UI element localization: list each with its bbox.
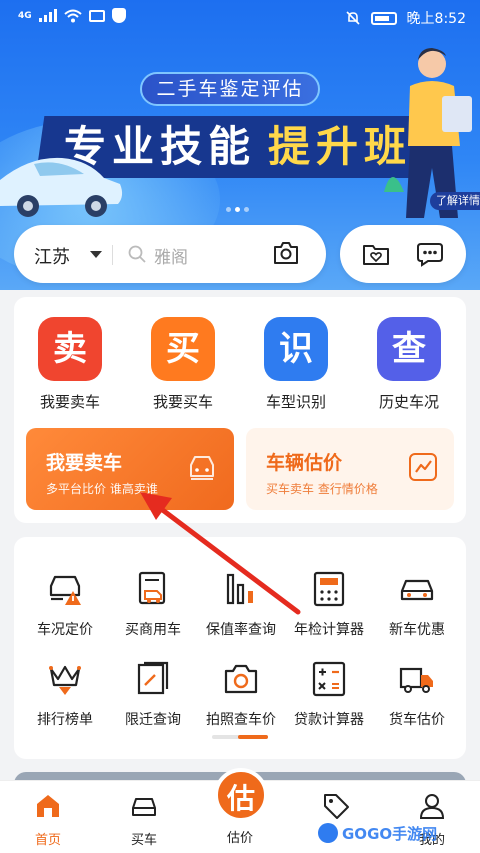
tool-relocation-check[interactable]: 限迁查询 <box>105 659 201 729</box>
tab-label: 首页 <box>34 833 61 848</box>
car-warning-icon <box>49 575 81 605</box>
tool-label: 年检计算器 <box>294 622 364 638</box>
page-indicator-active <box>238 735 268 739</box>
signal-icon <box>38 9 57 22</box>
valuation-tab-label[interactable]: 估价 <box>200 827 280 846</box>
identify-icon: 识 <box>264 317 328 381</box>
car-valuation-promo[interactable]: 车辆估价 买车卖车 查行情价格 <box>246 428 454 510</box>
tool-label: 车况定价 <box>37 622 93 638</box>
mail-icon <box>88 9 105 22</box>
buy-icon: 买 <box>151 317 215 381</box>
tool-label: 限迁查询 <box>125 712 181 728</box>
tool-label: 贷款计算器 <box>294 712 364 728</box>
bar-chart-icon <box>226 573 253 605</box>
home-icon <box>37 795 59 817</box>
quick-entry-identify[interactable]: 识 车型识别 <box>246 317 346 412</box>
quick-entry-label: 车型识别 <box>265 393 326 411</box>
tool-label: 排行榜单 <box>37 712 93 728</box>
favorites-folder-icon[interactable] <box>362 241 390 267</box>
tool-retention-rate[interactable]: 保值率查询 <box>193 569 289 639</box>
sell-car-promo[interactable]: 我要卖车 多平台比价 谁高卖谁 <box>26 428 234 510</box>
car-sell-icon <box>190 456 214 480</box>
promo-subtitle: 多平台比价 谁高卖谁 <box>46 482 158 496</box>
status-bar: 4G 晚上8:52 <box>0 0 480 34</box>
tag-icon <box>324 794 349 819</box>
car-illustration-icon <box>0 157 123 217</box>
tool-truck-valuation[interactable]: 货车估价 <box>369 659 465 729</box>
promo-title: 车辆估价 <box>266 452 343 474</box>
quick-entry-label: 我要卖车 <box>39 393 100 411</box>
sell-icon: 卖 <box>38 317 102 381</box>
tool-label: 货车估价 <box>389 712 445 728</box>
calculator-icon <box>313 571 345 607</box>
divider <box>112 245 113 265</box>
tool-car-condition-pricing[interactable]: 车况定价 <box>17 569 113 639</box>
crown-icon <box>49 665 81 695</box>
tools-page-indicator <box>212 735 268 739</box>
quick-entry-sell[interactable]: 卖 我要卖车 <box>20 317 120 412</box>
tool-new-car-deals[interactable]: 新车优惠 <box>369 569 465 639</box>
tab-home[interactable]: 首页 <box>8 791 88 848</box>
quick-entry-buy[interactable]: 买 我要买车 <box>133 317 233 412</box>
action-buttons <box>340 225 466 283</box>
truck-icon <box>399 667 433 693</box>
tab-buy-car[interactable]: 买车 <box>104 791 184 848</box>
message-icon[interactable] <box>416 241 444 267</box>
tool-photo-price[interactable]: 拍照查车价 <box>193 659 289 729</box>
carousel-dot <box>244 207 249 212</box>
tool-rankings[interactable]: 排行榜单 <box>17 659 113 729</box>
calculator-icon <box>312 661 346 697</box>
history-icon: 查 <box>377 317 441 381</box>
tool-label: 买商用车 <box>125 622 181 638</box>
watermark-logo: GOGO手游网 <box>318 823 437 843</box>
truck-doc-icon <box>138 571 166 605</box>
carousel-dot <box>226 207 231 212</box>
tool-loan-calculator[interactable]: 贷款计算器 <box>281 659 377 729</box>
car-icon <box>400 579 434 601</box>
network-type: 4G <box>18 10 32 21</box>
tool-buy-commercial[interactable]: 买商用车 <box>105 569 201 639</box>
search-input[interactable]: 雅阁 <box>154 243 188 268</box>
tool-inspection-calculator[interactable]: 年检计算器 <box>281 569 377 639</box>
tool-label: 保值率查询 <box>206 622 276 638</box>
tool-label: 新车优惠 <box>389 622 445 638</box>
document-icon <box>137 661 169 695</box>
wifi-icon <box>63 9 82 22</box>
quick-entry-label: 历史车况 <box>378 393 439 411</box>
search-bar[interactable]: 江苏 雅阁 <box>14 225 326 283</box>
learn-more-tag[interactable]: 了解详情 <box>430 192 480 210</box>
trend-chart-icon <box>409 453 437 481</box>
promo-subtitle: 买车卖车 查行情价格 <box>266 482 378 496</box>
tab-label: 买车 <box>130 833 157 848</box>
mute-bell-icon <box>345 11 360 25</box>
quick-entry-label: 我要买车 <box>152 393 213 411</box>
battery-icon <box>370 11 397 25</box>
car-icon <box>132 798 156 816</box>
camera-search-icon[interactable] <box>272 240 300 266</box>
chevron-down-icon <box>90 251 102 258</box>
clock: 晚上8:52 <box>406 11 466 27</box>
svg-text:GOGO手游网: GOGO手游网 <box>342 825 437 843</box>
valuation-fab-button[interactable]: 估 <box>214 768 268 822</box>
tools-card: 车况定价 买商用车 保值率查询 年检计算器 新车优惠 排行榜单 限迁查询 拍照查… <box>14 537 466 759</box>
quick-entry-card: 卖 我要卖车 买 我要买车 识 车型识别 查 历史车况 我要卖车 多平台比价 谁… <box>14 297 466 523</box>
banner-pill: 二手车鉴定评估 <box>140 72 320 106</box>
shield-icon <box>111 8 126 23</box>
promo-title: 我要卖车 <box>46 452 123 474</box>
user-icon <box>419 794 445 819</box>
carousel-dot-active <box>235 207 240 212</box>
quick-entry-history[interactable]: 查 历史车况 <box>359 317 459 412</box>
carousel-dots <box>226 207 249 212</box>
search-icon <box>128 245 146 263</box>
city-selector[interactable]: 江苏 <box>34 243 70 269</box>
tool-label: 拍照查车价 <box>206 712 276 728</box>
camera-icon <box>224 664 258 694</box>
